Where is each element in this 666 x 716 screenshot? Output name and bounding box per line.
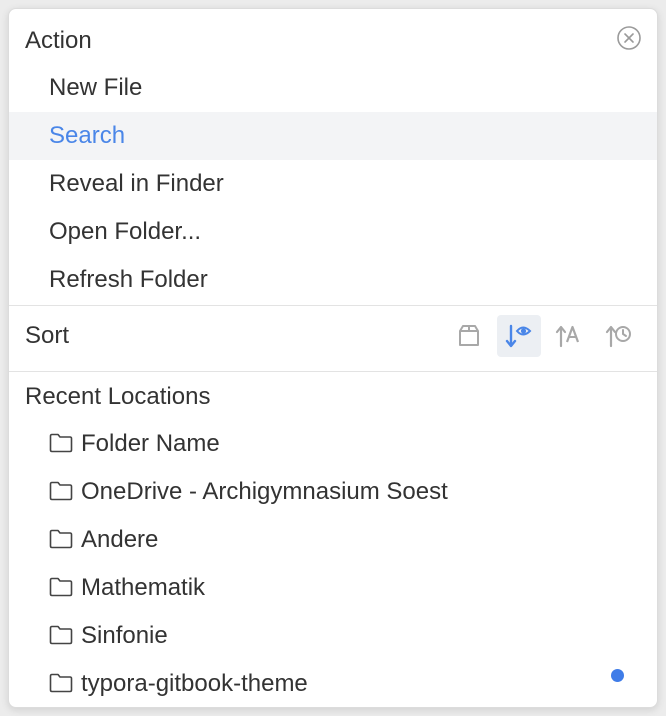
menu-item-open-folder[interactable]: Open Folder... — [9, 208, 657, 256]
sort-alphabetical-icon[interactable] — [547, 315, 591, 357]
recent-location-item[interactable]: Sinfonie — [9, 612, 657, 660]
action-popover: Action New File Search Reveal in Finder … — [8, 8, 658, 708]
sort-by-time-icon[interactable] — [597, 315, 641, 357]
sort-label: Sort — [25, 322, 70, 349]
folder-icon — [49, 433, 73, 453]
recent-location-label: Andere — [81, 526, 159, 553]
sort-natural-icon[interactable] — [447, 315, 491, 357]
recent-location-item[interactable]: typora-gitbook-theme — [9, 660, 657, 707]
recent-location-item[interactable]: Folder Name — [9, 420, 657, 468]
recent-location-item[interactable]: Mathematik — [9, 564, 657, 612]
close-icon[interactable] — [617, 26, 641, 50]
action-section-title: Action — [25, 27, 92, 54]
menu-item-reveal-in-finder[interactable]: Reveal in Finder — [9, 160, 657, 208]
folder-icon — [49, 625, 73, 645]
menu-item-refresh-folder[interactable]: Refresh Folder — [9, 256, 657, 304]
divider — [9, 305, 657, 306]
sort-by-views-icon[interactable] — [497, 315, 541, 357]
menu-item-new-file[interactable]: New File — [9, 64, 657, 112]
recent-location-label: typora-gitbook-theme — [81, 670, 308, 697]
sort-row: Sort — [9, 307, 657, 365]
current-location-indicator — [611, 669, 624, 682]
recent-locations-title: Recent Locations — [25, 383, 211, 410]
recent-location-label: Mathematik — [81, 574, 206, 601]
recent-location-label: Sinfonie — [81, 622, 168, 649]
folder-icon — [49, 481, 73, 501]
folder-icon — [49, 577, 73, 597]
divider — [9, 371, 657, 372]
menu-item-search[interactable]: Search — [9, 112, 657, 160]
folder-icon — [49, 673, 73, 693]
recent-location-label: Folder Name — [81, 430, 220, 457]
recent-location-item[interactable]: Andere — [9, 516, 657, 564]
folder-icon — [49, 529, 73, 549]
recent-location-label: OneDrive - Archigymnasium Soest — [81, 478, 448, 505]
recent-location-item[interactable]: OneDrive - Archigymnasium Soest — [9, 468, 657, 516]
